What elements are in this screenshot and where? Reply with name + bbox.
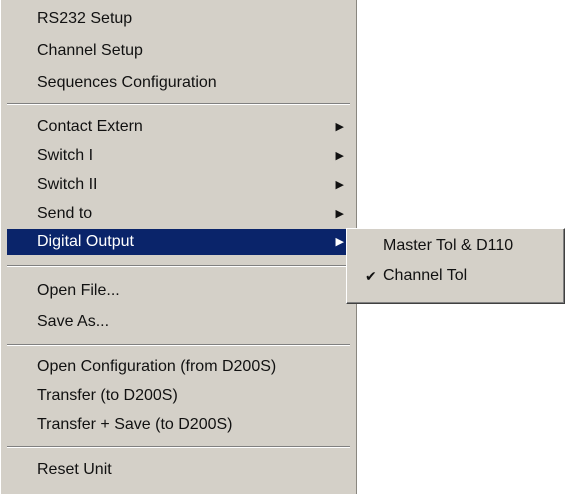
submenu-arrow-icon: ▶ bbox=[335, 208, 344, 220]
menu-item-label: Send to bbox=[37, 205, 93, 222]
menu-separator bbox=[7, 344, 350, 346]
menu-item-send-to[interactable]: Send to ▶ bbox=[7, 201, 350, 227]
submenu-arrow-icon: ▶ bbox=[335, 150, 344, 162]
menu-item-transfer-save[interactable]: Transfer + Save (to D200S) bbox=[7, 412, 350, 438]
context-menu: RS232 Setup Channel Setup Sequences Conf… bbox=[0, 0, 357, 494]
digital-output-submenu: Master Tol & D110 ✔ Channel Tol bbox=[346, 228, 565, 304]
menu-item-digital-output[interactable]: Digital Output ▶ bbox=[7, 229, 350, 255]
menu-separator bbox=[7, 265, 350, 267]
menu-item-sequences-configuration[interactable]: Sequences Configuration bbox=[7, 70, 350, 96]
menu-item-switch-i[interactable]: Switch I ▶ bbox=[7, 143, 350, 169]
submenu-arrow-icon: ▶ bbox=[335, 121, 344, 133]
submenu-item-label: Channel Tol bbox=[383, 267, 468, 284]
submenu-arrow-icon: ▶ bbox=[335, 179, 344, 191]
menu-item-save-as[interactable]: Save As... bbox=[7, 309, 350, 335]
menu-item-label: Switch I bbox=[37, 147, 94, 164]
submenu-item-channel-tol[interactable]: ✔ Channel Tol bbox=[351, 263, 560, 289]
menu-item-label: Digital Output bbox=[37, 233, 134, 250]
menu-item-label: Contact Extern bbox=[37, 118, 143, 135]
menu-item-switch-ii[interactable]: Switch II ▶ bbox=[7, 172, 350, 198]
menu-separator bbox=[7, 103, 350, 105]
menu-item-rs232-setup[interactable]: RS232 Setup bbox=[7, 6, 350, 32]
checkmark-icon: ✔ bbox=[365, 268, 377, 284]
menu-item-contact-extern[interactable]: Contact Extern ▶ bbox=[7, 114, 350, 140]
menu-item-reset-unit[interactable]: Reset Unit bbox=[7, 457, 350, 483]
submenu-arrow-icon: ▶ bbox=[335, 236, 344, 248]
menu-item-channel-setup[interactable]: Channel Setup bbox=[7, 38, 350, 64]
submenu-item-master-tol[interactable]: Master Tol & D110 bbox=[351, 233, 560, 259]
menu-item-open-configuration[interactable]: Open Configuration (from D200S) bbox=[7, 354, 350, 380]
menu-item-open-file[interactable]: Open File... bbox=[7, 278, 350, 304]
menu-separator bbox=[7, 446, 350, 448]
menu-item-label: Switch II bbox=[37, 176, 98, 193]
menu-item-transfer[interactable]: Transfer (to D200S) bbox=[7, 383, 350, 409]
